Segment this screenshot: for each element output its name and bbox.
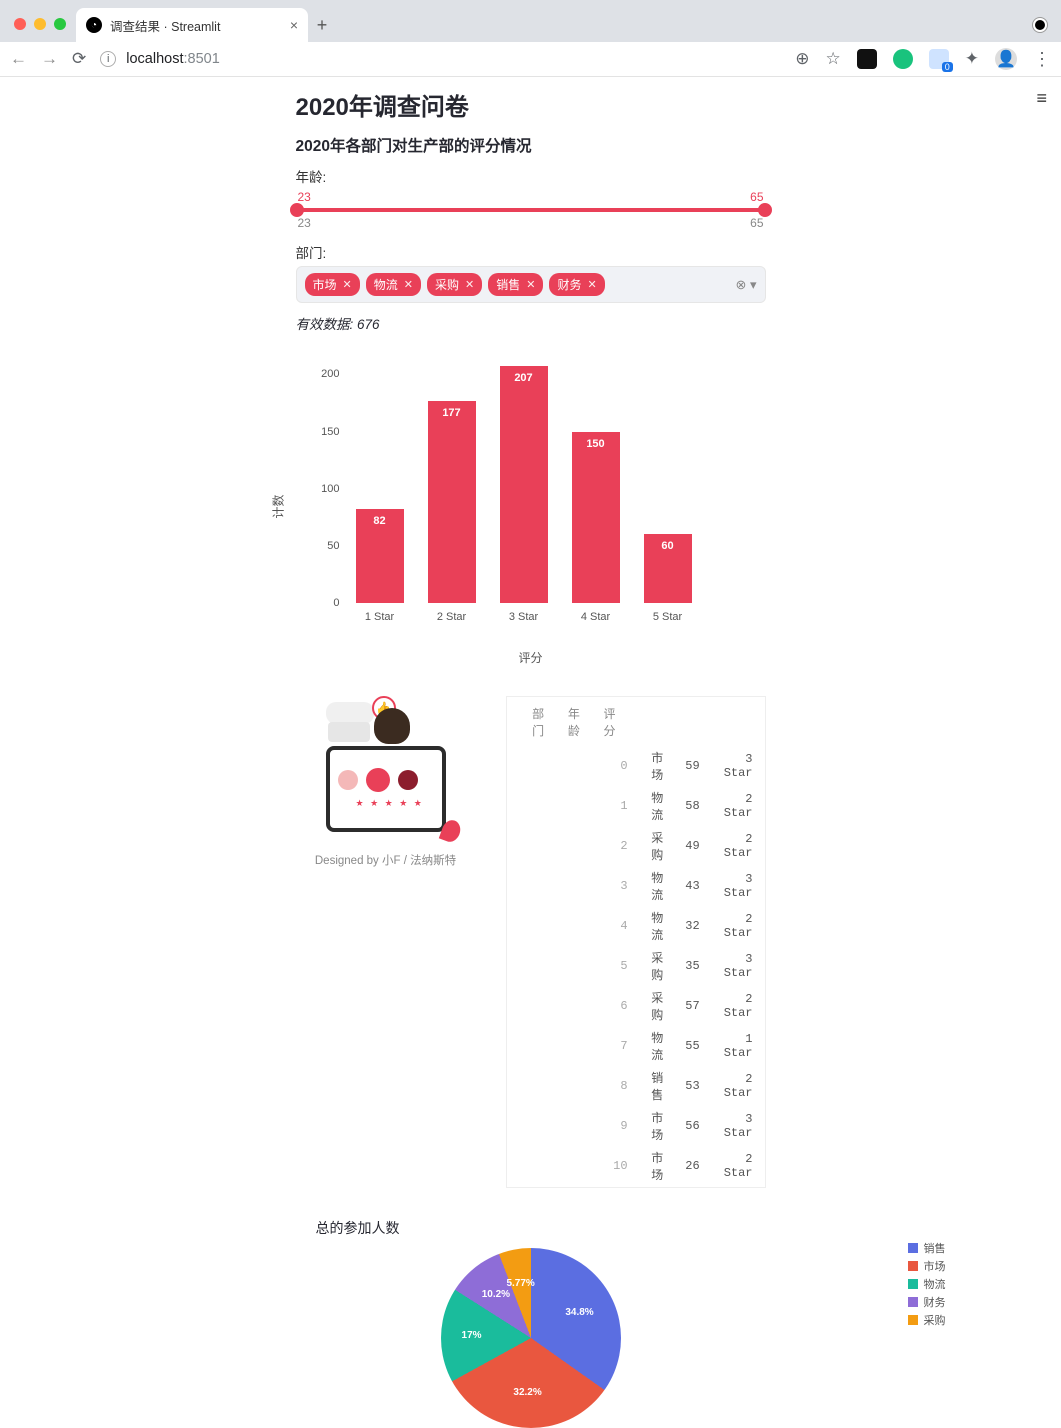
tab-title: 调查结果 · Streamlit [110,16,220,35]
address-bar: ← → ⟳ i localhost:8501 ⊕ ☆ ✦ 👤 ⋮ [0,42,1061,77]
y-tick: 150 [316,426,340,438]
y-tick: 0 [316,597,340,609]
window-controls [14,18,66,30]
extension-icon[interactable] [893,49,913,69]
x-tick: 3 Star [500,611,548,623]
chip[interactable]: 财务 ✕ [549,273,604,296]
remove-chip-icon[interactable]: ✕ [343,278,352,291]
table-row[interactable]: 7物流551 Star [509,1027,763,1065]
maximize-window-icon[interactable] [54,18,66,30]
browser-tab[interactable]: ◔ 调查结果 · Streamlit × [76,8,308,42]
dept-label: 部门: [296,242,766,262]
zoom-icon[interactable]: ⊕ [795,49,809,69]
legend-item[interactable]: 财务 [908,1294,946,1310]
legend-item[interactable]: 采购 [908,1312,946,1328]
bookmark-icon[interactable]: ☆ [826,49,841,69]
pie-slice-label: 34.8% [565,1307,593,1318]
participation-pie-chart[interactable]: 34.8% 32.2% 17% 10.2%5.77% [441,1248,621,1428]
x-tick: 1 Star [356,611,404,623]
x-tick: 5 Star [644,611,692,623]
illustration-image: 👍 ★ ★ ★ ★ ★ [296,696,476,846]
remove-chip-icon[interactable]: ✕ [587,278,596,291]
browser-chrome: ◔ 调查结果 · Streamlit × + ← → ⟳ i localhost… [0,0,1061,77]
tab-overflow-icon[interactable] [1033,18,1047,32]
extension-icon[interactable] [929,49,949,69]
remove-chip-icon[interactable]: ✕ [404,278,413,291]
x-tick: 2 Star [428,611,476,623]
table-row[interactable]: 10市场262 Star [509,1147,763,1185]
pie-slice-label: 10.2% [482,1289,510,1300]
x-axis-label: 评分 [296,649,766,666]
url-field[interactable]: i localhost:8501 [100,51,781,67]
table-row[interactable]: 4物流322 Star [509,907,763,945]
back-icon[interactable]: ← [10,49,27,69]
legend-item[interactable]: 物流 [908,1276,946,1292]
bar[interactable]: 60 [644,534,692,603]
chip[interactable]: 销售 ✕ [488,273,543,296]
minimize-window-icon[interactable] [34,18,46,30]
close-window-icon[interactable] [14,18,26,30]
table-row[interactable]: 6采购572 Star [509,987,763,1025]
remove-chip-icon[interactable]: ✕ [465,278,474,291]
slider-values: 2365 [296,190,766,204]
extension-icon[interactable] [857,49,877,69]
column-header: 评分 [592,703,626,741]
table-row[interactable]: 0市场593 Star [509,747,763,785]
page-title: 2020年调查问卷 [296,87,766,122]
close-tab-icon[interactable]: × [290,17,298,33]
section-subtitle: 2020年各部门对生产部的评分情况 [296,134,766,156]
favicon-icon: ◔ [86,17,102,33]
image-caption: Designed by 小F / 法纳斯特 [296,852,476,868]
profile-avatar-icon[interactable]: 👤 [995,48,1017,70]
chrome-menu-icon[interactable]: ⋮ [1033,49,1051,70]
table-row[interactable]: 2采购492 Star [509,827,763,865]
slider-handle-min[interactable] [290,203,304,217]
bar[interactable]: 207 [500,366,548,603]
slider-handle-max[interactable] [758,203,772,217]
y-axis-label: 计数 [269,494,286,518]
pie-slice-label: 17% [462,1330,482,1341]
x-tick: 4 Star [572,611,620,623]
column-header: 年龄 [556,703,590,741]
new-tab-button[interactable]: + [308,15,336,36]
table-row[interactable]: 3物流433 Star [509,867,763,905]
bar[interactable]: 150 [572,432,620,603]
forward-icon[interactable]: → [41,49,58,69]
y-tick: 200 [316,368,340,380]
bar[interactable]: 177 [428,401,476,603]
age-label: 年龄: [296,166,766,186]
rating-bar-chart[interactable]: 计数 821 Star1772 Star2073 Star1504 Star60… [286,353,766,643]
streamlit-menu-icon[interactable]: ≡ [1036,88,1047,109]
legend-item[interactable]: 市场 [908,1258,946,1274]
dept-multiselect[interactable]: 市场 ✕ 物流 ✕ 采购 ✕ 销售 ✕ 财务 ✕ ⊗ ▾ [296,266,766,303]
remove-chip-icon[interactable]: ✕ [526,278,535,291]
site-info-icon[interactable]: i [100,51,116,67]
reload-icon[interactable]: ⟳ [72,49,86,69]
pie-slice-label: 32.2% [513,1387,541,1398]
pie-title: 总的参加人数 [296,1218,766,1238]
pie-legend: 销售市场物流财务采购 [908,1238,946,1330]
chip[interactable]: 市场 ✕ [305,273,360,296]
valid-data-label: 有效数据: 676 [296,313,766,333]
clear-select-icon[interactable]: ⊗ ▾ [735,277,756,293]
slider-range-labels: 2365 [296,216,766,230]
y-tick: 50 [316,540,340,552]
column-header: 部门 [521,703,555,741]
pie-slice-label: 5.77% [506,1278,534,1289]
data-table[interactable]: 部门年龄评分 0市场593 Star1物流582 Star2采购492 Star… [506,696,766,1188]
extensions-puzzle-icon[interactable]: ✦ [965,49,979,69]
y-tick: 100 [316,483,340,495]
age-slider[interactable] [296,208,766,212]
chip[interactable]: 物流 ✕ [366,273,421,296]
table-row[interactable]: 9市场563 Star [509,1107,763,1145]
chip[interactable]: 采购 ✕ [427,273,482,296]
legend-item[interactable]: 销售 [908,1240,946,1256]
bar[interactable]: 82 [356,509,404,603]
table-row[interactable]: 5采购353 Star [509,947,763,985]
table-row[interactable]: 8销售532 Star [509,1067,763,1105]
table-row[interactable]: 1物流582 Star [509,787,763,825]
